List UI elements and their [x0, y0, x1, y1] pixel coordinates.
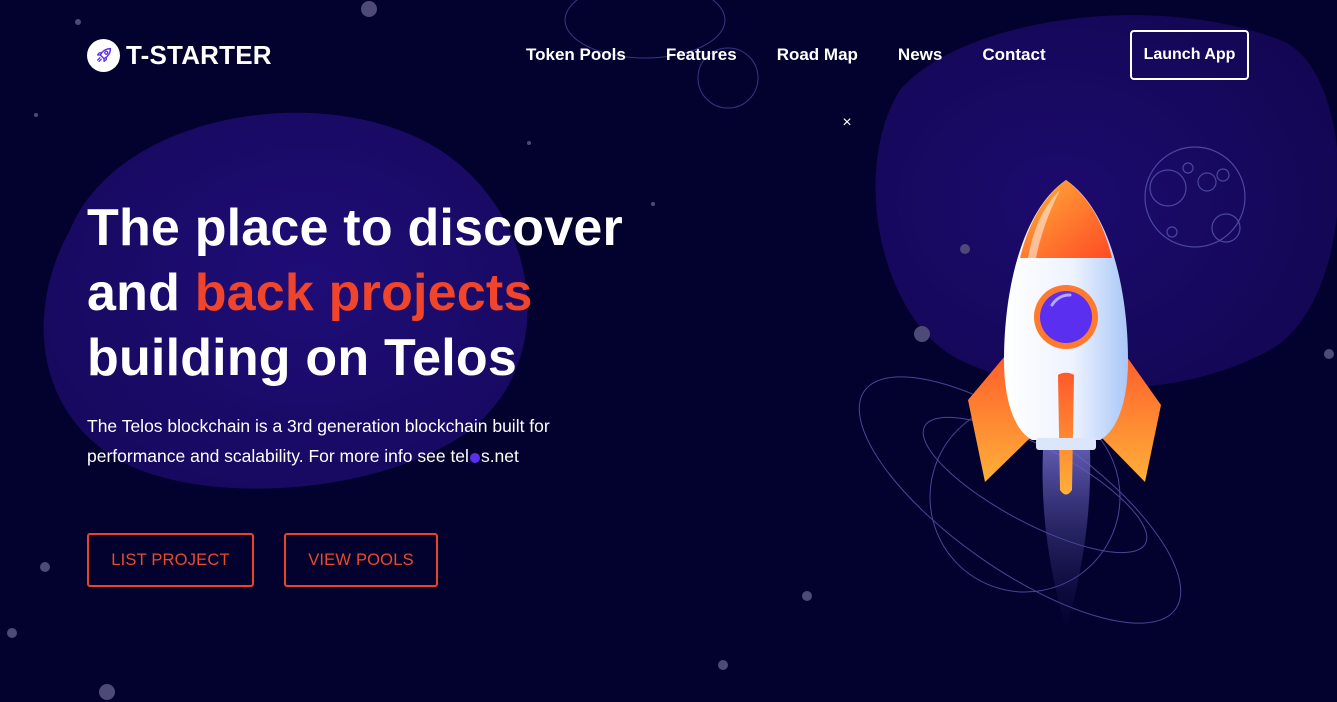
brand-logo-link[interactable]: T-STARTER	[87, 38, 272, 72]
nav-item-features[interactable]: Features	[666, 45, 737, 65]
hero-title-highlight: back projects	[194, 264, 533, 322]
nav-item-news[interactable]: News	[898, 45, 942, 65]
hero-title-line-2: and back projects	[87, 261, 707, 326]
hero-description: The Telos blockchain is a 3rd generation…	[87, 411, 607, 471]
cursor-dot-icon	[469, 453, 480, 463]
hero-section: The place to discover and back projects …	[87, 196, 707, 391]
list-project-button[interactable]: LIST PROJECT	[87, 533, 254, 587]
hero-title-and: and	[87, 264, 195, 322]
view-pools-button[interactable]: VIEW POOLS	[284, 533, 438, 587]
nav-item-token-pools[interactable]: Token Pools	[526, 45, 626, 65]
main-nav: Token Pools Features Road Map News Conta…	[526, 44, 1046, 66]
brand-name: T-STARTER	[126, 39, 272, 70]
hero-title-line-1: The place to discover	[87, 199, 623, 257]
rocket-icon	[87, 38, 120, 72]
hero-description-line-2: performance and scalability. For more in…	[87, 446, 469, 466]
nav-item-contact[interactable]: Contact	[982, 45, 1045, 65]
hero-title-line-3: building on Telos	[87, 329, 517, 387]
close-icon[interactable]: ×	[840, 114, 854, 132]
launch-app-button[interactable]: Launch App	[1130, 30, 1249, 80]
hero-title: The place to discover and back projects …	[87, 196, 707, 391]
hero-description-line-1: The Telos blockchain is a 3rd generation…	[87, 416, 550, 436]
site-header: T-STARTER Token Pools Features Road Map …	[0, 0, 1337, 110]
telos-link-tail[interactable]: s.net	[481, 446, 519, 466]
nav-item-road-map[interactable]: Road Map	[777, 45, 858, 65]
landing-page: T-STARTER Token Pools Features Road Map …	[0, 0, 1337, 702]
